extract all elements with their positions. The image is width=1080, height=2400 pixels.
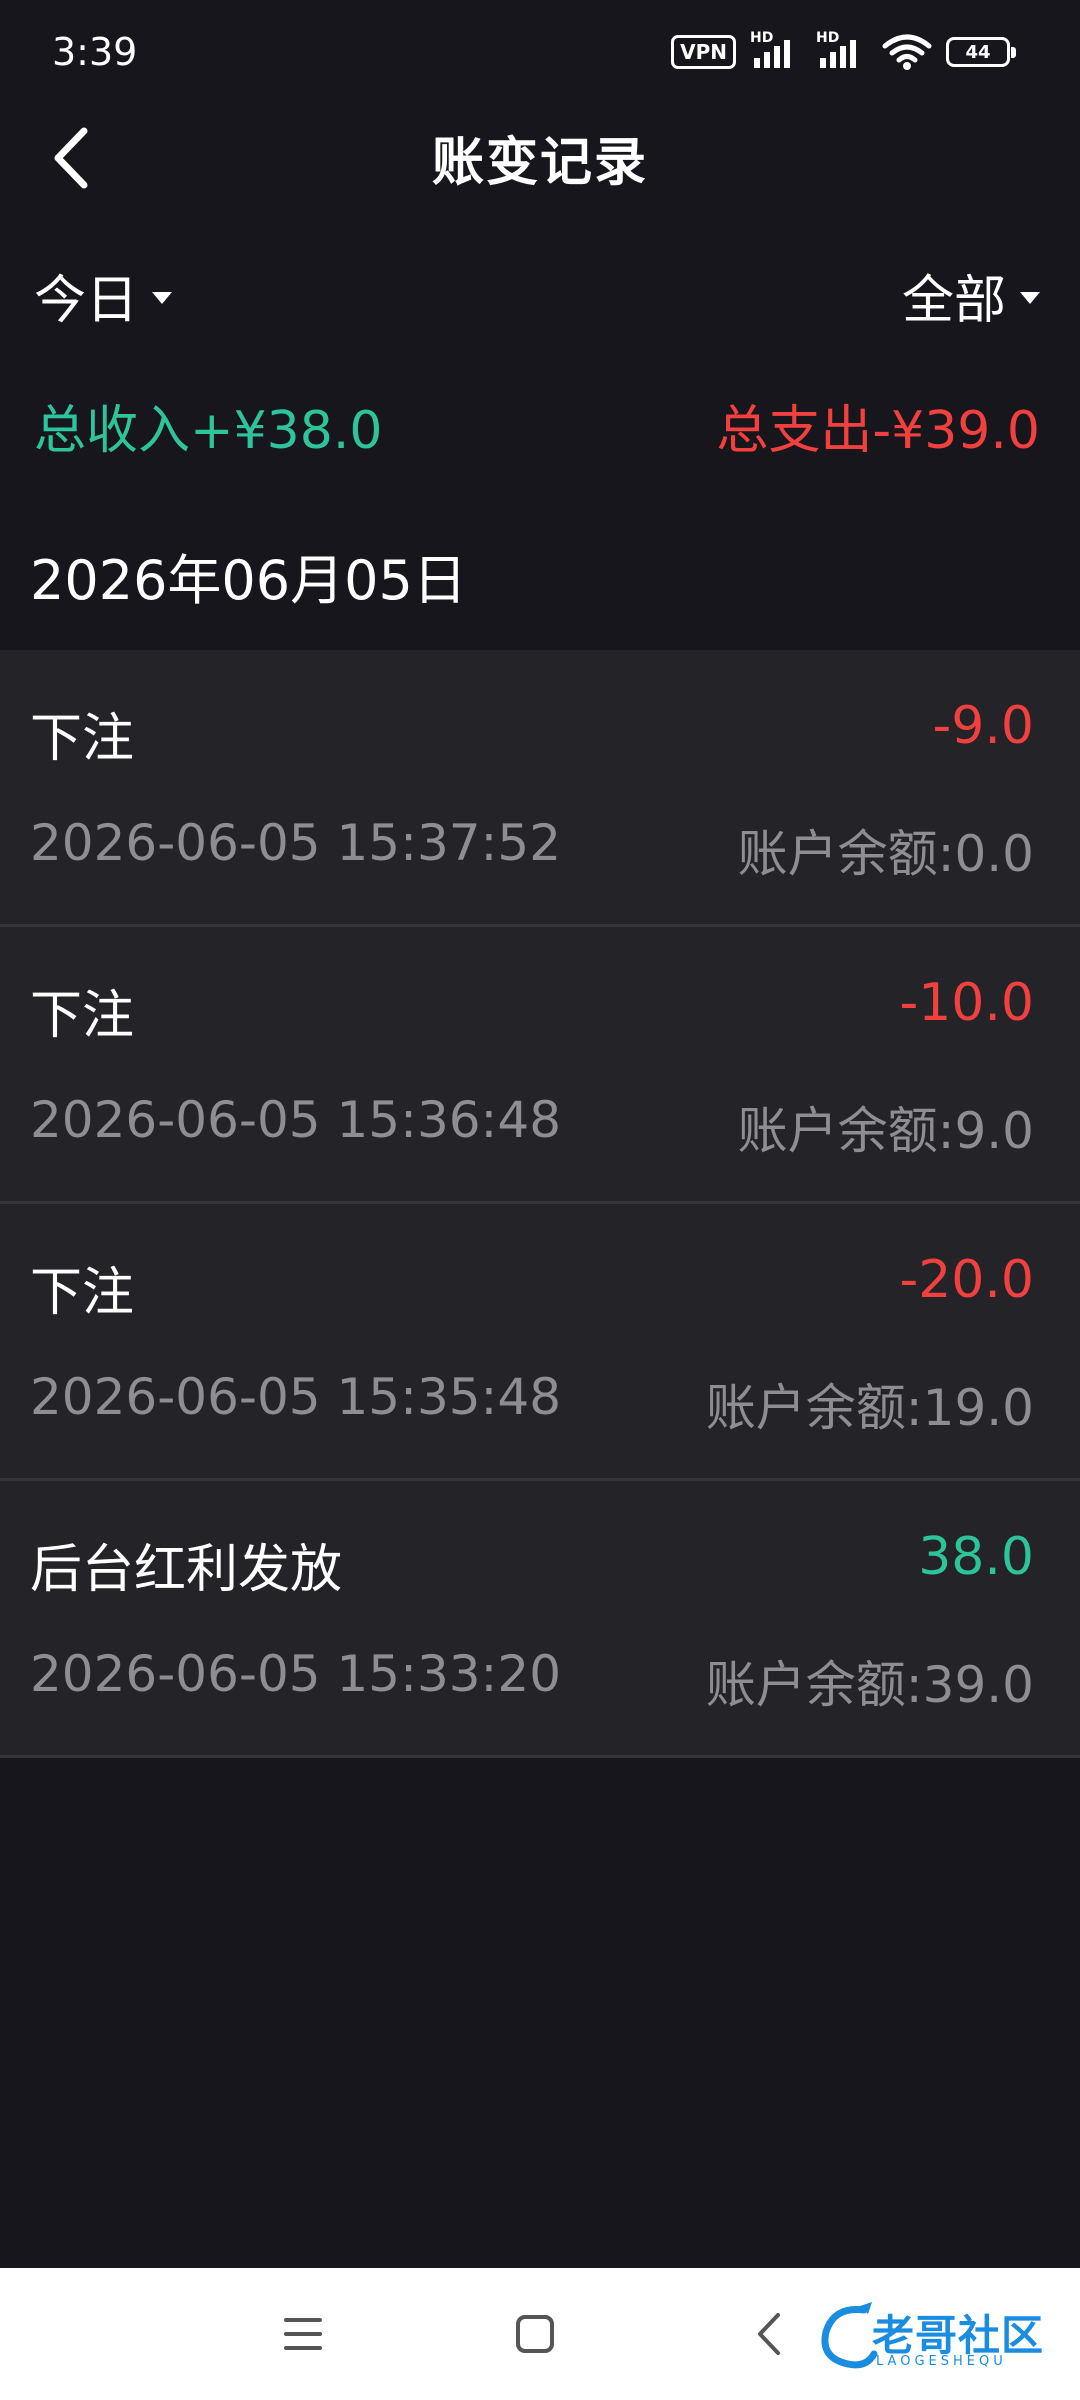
date-group-header: 2026年06月05日 xyxy=(30,549,467,612)
chevron-left-icon xyxy=(758,2313,780,2355)
record-time: 2026-06-05 15:37:52 xyxy=(30,814,562,872)
signal-icon: HD xyxy=(750,30,802,70)
record-balance: 账户余额:9.0 xyxy=(737,1102,1034,1160)
record-title: 下注 xyxy=(30,709,135,769)
record-title: 下注 xyxy=(30,986,135,1046)
record-balance: 账户余额:39.0 xyxy=(705,1656,1034,1714)
date-filter-label: 今日 xyxy=(34,271,139,331)
list-item[interactable]: 后台红利发放 38.0 2026-06-05 15:33:20 账户余额:39.… xyxy=(0,1481,1080,1758)
record-amount: 38.0 xyxy=(918,1527,1034,1587)
status-time: 3:39 xyxy=(52,30,138,74)
list-item[interactable]: 下注 -9.0 2026-06-05 15:37:52 账户余额:0.0 xyxy=(0,650,1080,927)
wifi-icon xyxy=(882,34,932,70)
system-nav-bar: 老哥社区 LAOGESHEQU xyxy=(0,2268,1080,2400)
list-item[interactable]: 下注 -20.0 2026-06-05 15:35:48 账户余额:19.0 xyxy=(0,1204,1080,1481)
home-button[interactable] xyxy=(500,2304,570,2364)
record-time: 2026-06-05 15:35:48 xyxy=(30,1368,562,1426)
page-title: 账变记录 xyxy=(431,133,648,193)
battery-level: 44 xyxy=(965,41,991,63)
record-title: 后台红利发放 xyxy=(30,1540,343,1600)
type-filter-dropdown[interactable]: 全部 xyxy=(902,258,1040,333)
recent-apps-button[interactable] xyxy=(268,2304,338,2364)
type-filter-label: 全部 xyxy=(901,271,1006,331)
battery-icon: 44 xyxy=(946,37,1016,67)
watermark-logo: 老哥社区 LAOGESHEQU xyxy=(814,2298,1064,2378)
menu-icon xyxy=(284,2318,322,2350)
record-balance: 账户余额:0.0 xyxy=(737,825,1034,883)
record-list: 下注 -9.0 2026-06-05 15:37:52 账户余额:0.0 下注 … xyxy=(0,650,1080,1758)
record-amount: -9.0 xyxy=(932,696,1034,756)
record-amount: -10.0 xyxy=(899,973,1034,1033)
nav-back-button[interactable] xyxy=(734,2304,804,2364)
record-amount: -20.0 xyxy=(899,1250,1034,1310)
status-bar: 3:39 VPN HD HD 44 xyxy=(0,0,1080,110)
record-balance: 账户余额:19.0 xyxy=(705,1379,1034,1437)
record-time: 2026-06-05 15:36:48 xyxy=(30,1091,562,1149)
record-title: 下注 xyxy=(30,1263,135,1323)
caret-down-icon xyxy=(152,291,173,304)
status-icons: VPN HD HD 44 xyxy=(671,30,1016,70)
list-item[interactable]: 下注 -10.0 2026-06-05 15:36:48 账户余额:9.0 xyxy=(0,927,1080,1204)
home-square-icon xyxy=(516,2315,554,2353)
total-expense: 总支出-¥39.0 xyxy=(716,401,1040,461)
app-header: 账变记录 xyxy=(0,110,1080,200)
record-time: 2026-06-05 15:33:20 xyxy=(30,1645,562,1703)
date-filter-dropdown[interactable]: 今日 xyxy=(34,258,173,333)
signal-icon-2: HD xyxy=(816,30,868,70)
vpn-icon: VPN xyxy=(671,35,736,69)
total-income: 总收入+¥38.0 xyxy=(34,401,383,461)
watermark-subtext: LAOGESHEQU xyxy=(876,2354,1007,2369)
caret-down-icon xyxy=(1020,291,1040,304)
